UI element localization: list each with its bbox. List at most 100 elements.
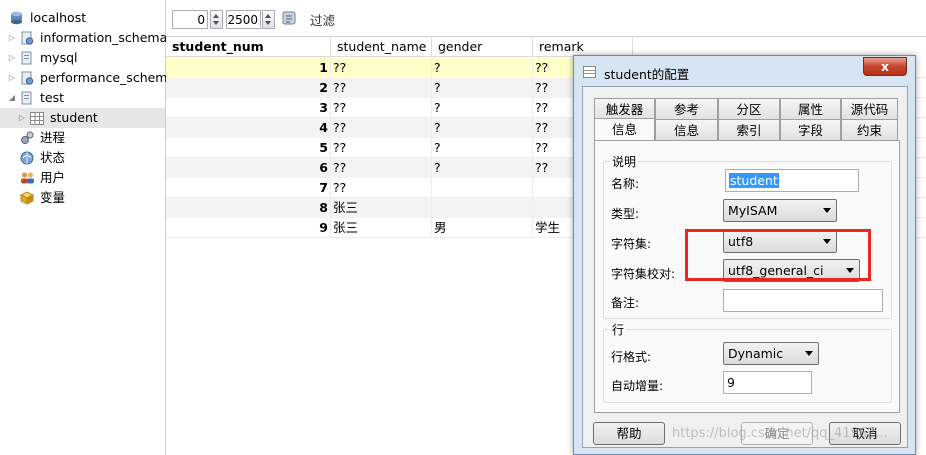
- charset-label: 字符集:: [611, 237, 652, 251]
- tree-item-localhost[interactable]: localhost: [0, 8, 165, 28]
- cell-student-num[interactable]: 5: [166, 138, 331, 158]
- expand-arrow-icon[interactable]: ▷: [7, 68, 17, 88]
- tree-item-label: performance_schema: [40, 70, 176, 85]
- cell-student-name[interactable]: ??: [331, 98, 432, 118]
- tab-partitions[interactable]: 分区: [718, 98, 780, 119]
- cell-student-num[interactable]: 7: [166, 178, 331, 198]
- tree-item-label: test: [40, 90, 65, 105]
- tab-fields[interactable]: 字段: [780, 119, 841, 140]
- object-tree: localhost ▷ information_schema ▷ mysql ▷…: [0, 0, 175, 455]
- tab-indexes[interactable]: 索引: [718, 119, 780, 140]
- variables-icon: [19, 191, 35, 205]
- collation-label: 字符集校对:: [611, 267, 676, 281]
- table-icon: [30, 111, 44, 125]
- comment-input[interactable]: [723, 289, 883, 312]
- expand-arrow-icon[interactable]: ▷: [17, 108, 27, 128]
- status-icon: [20, 151, 34, 165]
- process-icon: [20, 131, 34, 145]
- expand-arrow-icon[interactable]: ▷: [7, 48, 17, 68]
- tree-item-status[interactable]: 状态: [0, 148, 165, 168]
- column-header-gender[interactable]: gender: [432, 37, 533, 57]
- data-toolbar: 0 2500 过滤: [166, 0, 926, 37]
- tab-info-active[interactable]: 信息: [594, 118, 655, 141]
- cell-student-name[interactable]: ??: [331, 58, 432, 78]
- tab-source-code[interactable]: 源代码: [841, 98, 898, 119]
- tree-item-information-schema[interactable]: ▷ information_schema: [0, 28, 168, 48]
- engine-select-value: MyISAM: [728, 203, 778, 218]
- tab-constraints[interactable]: 约束: [841, 119, 898, 140]
- collapse-arrow-icon[interactable]: ◢: [7, 88, 17, 108]
- tree-item-processes[interactable]: 进程: [0, 128, 165, 148]
- cell-gender[interactable]: [432, 178, 533, 198]
- comment-label: 备注:: [611, 296, 640, 310]
- refresh-icon[interactable]: [281, 10, 297, 29]
- cell-student-name[interactable]: ??: [331, 138, 432, 158]
- tree-item-student[interactable]: ▷ student: [0, 108, 165, 128]
- offset-spinner[interactable]: [210, 10, 223, 29]
- tab-references[interactable]: 参考: [655, 98, 718, 119]
- row-format-label: 行格式:: [611, 350, 652, 364]
- cell-student-name[interactable]: ??: [331, 158, 432, 178]
- cell-student-num[interactable]: 4: [166, 118, 331, 138]
- cell-gender[interactable]: ?: [432, 158, 533, 178]
- cell-student-name[interactable]: 张三: [331, 198, 432, 218]
- cell-student-num[interactable]: 1: [166, 58, 331, 78]
- cell-student-name[interactable]: ??: [331, 178, 432, 198]
- annotation-highlight-box: [685, 229, 871, 281]
- name-input[interactable]: student: [725, 169, 859, 192]
- column-header-student-name[interactable]: student_name: [331, 37, 432, 57]
- cell-gender[interactable]: ?: [432, 98, 533, 118]
- column-header-student-num[interactable]: student_num: [166, 37, 331, 57]
- users-icon: [20, 171, 34, 185]
- tree-item-label: 变量: [40, 190, 66, 205]
- cell-student-name[interactable]: 张三: [331, 218, 432, 238]
- database-icon: [21, 31, 35, 45]
- cell-gender[interactable]: [432, 198, 533, 218]
- name-label: 名称:: [611, 177, 640, 191]
- tree-item-label: mysql: [40, 50, 78, 65]
- tab-properties[interactable]: 属性: [780, 98, 841, 119]
- database-icon: [21, 51, 35, 65]
- column-header-remark[interactable]: remark: [533, 37, 633, 57]
- cell-student-name[interactable]: ??: [331, 118, 432, 138]
- cell-student-num[interactable]: 3: [166, 98, 331, 118]
- cell-student-num[interactable]: 9: [166, 218, 331, 238]
- close-button[interactable]: x: [863, 57, 907, 76]
- tree-item-mysql[interactable]: ▷ mysql: [0, 48, 165, 68]
- row-format-select[interactable]: Dynamic: [723, 342, 819, 365]
- database-icon: [21, 71, 35, 85]
- tab-info[interactable]: 信息: [655, 119, 718, 140]
- cell-student-name[interactable]: ??: [331, 78, 432, 98]
- cell-gender[interactable]: ?: [432, 138, 533, 158]
- cell-student-num[interactable]: 6: [166, 158, 331, 178]
- auto-increment-label: 自动增量:: [611, 379, 664, 393]
- tree-item-label: student: [50, 110, 98, 125]
- dialog-title: student的配置: [604, 67, 690, 82]
- tree-item-users[interactable]: 用户: [0, 168, 165, 188]
- type-label: 类型:: [611, 207, 640, 221]
- tree-item-label: information_schema: [40, 30, 168, 45]
- filter-label[interactable]: 过滤: [310, 10, 335, 29]
- limit-spinner[interactable]: [262, 10, 275, 29]
- server-icon: [10, 11, 24, 25]
- watermark-text: https://blog.csdn.net/qq_41962...: [672, 426, 888, 441]
- name-input-value: student: [729, 173, 779, 188]
- cell-gender[interactable]: ?: [432, 58, 533, 78]
- engine-select[interactable]: MyISAM: [723, 199, 837, 222]
- auto-increment-input[interactable]: 9: [723, 371, 812, 394]
- cell-student-num[interactable]: 2: [166, 78, 331, 98]
- cell-gender[interactable]: 男: [432, 218, 533, 238]
- tree-item-performance-schema[interactable]: ▷ performance_schema: [0, 68, 175, 88]
- cell-student-num[interactable]: 8: [166, 198, 331, 218]
- tab-triggers[interactable]: 触发器: [594, 98, 655, 119]
- tree-item-variables[interactable]: 变量: [0, 188, 165, 208]
- expand-arrow-icon[interactable]: ▷: [7, 28, 17, 48]
- offset-input[interactable]: 0: [172, 10, 208, 29]
- help-button[interactable]: 帮助: [593, 422, 665, 445]
- cell-gender[interactable]: ?: [432, 118, 533, 138]
- tree-item-test[interactable]: ◢ test: [0, 88, 165, 108]
- tree-item-label: 用户: [40, 170, 66, 185]
- cell-gender[interactable]: ?: [432, 78, 533, 98]
- limit-input[interactable]: 2500: [226, 10, 261, 29]
- database-icon: [21, 91, 35, 105]
